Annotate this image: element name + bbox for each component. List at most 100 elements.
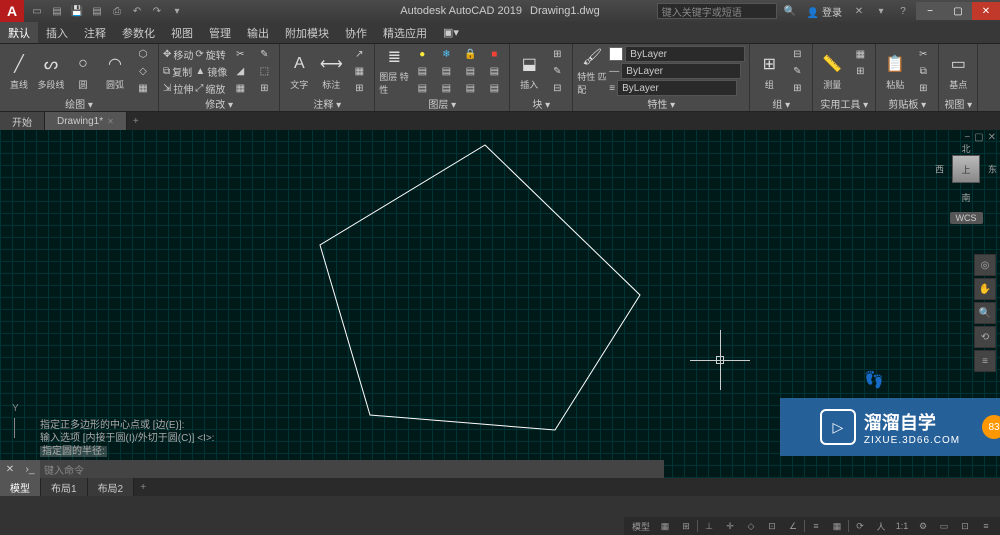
status-clean-icon[interactable]: ⊡ bbox=[955, 518, 975, 534]
layer-tool-7[interactable]: ▤ bbox=[459, 80, 481, 96]
status-custom-icon[interactable]: ≡ bbox=[976, 518, 996, 534]
help-icon[interactable]: ? bbox=[894, 2, 912, 20]
block-tool-3[interactable]: ⊟ bbox=[546, 80, 568, 96]
group-button[interactable]: ⊞组 bbox=[754, 46, 784, 96]
panel-modify-title[interactable]: 修改 ▾ bbox=[163, 96, 275, 110]
status-lwt-icon[interactable]: ≡ bbox=[806, 518, 826, 534]
ribbon-tab-annotate[interactable]: 注释 bbox=[76, 22, 114, 43]
array-icon[interactable]: ▦ bbox=[229, 80, 251, 96]
util-tool-1[interactable]: ▦ bbox=[849, 46, 871, 62]
status-grid-icon[interactable]: ▦ bbox=[655, 518, 675, 534]
layer-tool-8[interactable]: ▤ bbox=[483, 80, 505, 96]
nav-orbit-icon[interactable]: ⟲ bbox=[974, 326, 996, 348]
status-iso-icon[interactable]: ◇ bbox=[741, 518, 761, 534]
layer-tool-4[interactable]: ▤ bbox=[483, 63, 505, 79]
copy-clip-icon[interactable]: ⧉ bbox=[912, 63, 934, 79]
modify-tool-a[interactable]: ✎ bbox=[253, 46, 275, 62]
viewcube-west[interactable]: 西 bbox=[935, 163, 944, 176]
status-annot-icon[interactable]: 人 bbox=[871, 518, 891, 534]
match-properties-button[interactable]: 🖌特性 匹配 bbox=[577, 46, 607, 96]
ribbon-tab-expand-icon[interactable]: ▣▾ bbox=[435, 22, 467, 43]
qat-undo-icon[interactable]: ↶ bbox=[128, 2, 146, 20]
modify-tool-c[interactable]: ⊞ bbox=[253, 80, 275, 96]
layer-tool-1[interactable]: ▤ bbox=[411, 63, 433, 79]
app-logo[interactable]: A bbox=[0, 0, 24, 22]
doc-tab-start[interactable]: 开始 bbox=[0, 112, 45, 130]
polyline-button[interactable]: ᔕ多段线 bbox=[36, 46, 66, 96]
clip-tool[interactable]: ⊞ bbox=[912, 80, 934, 96]
status-scale-icon[interactable]: 1:1 bbox=[892, 518, 912, 534]
doc-tab-drawing[interactable]: Drawing1*✕ bbox=[45, 112, 127, 130]
add-layout-button[interactable]: + bbox=[134, 478, 152, 496]
viewcube[interactable]: 北 南 东 西 上 bbox=[941, 144, 991, 194]
panel-props-title[interactable]: 特性 ▾ bbox=[577, 96, 745, 110]
draw-tool-1[interactable]: ⬡ bbox=[132, 46, 154, 62]
lineweight-dropdown[interactable]: ByLayer bbox=[617, 80, 737, 96]
ribbon-tab-collab[interactable]: 协作 bbox=[337, 22, 375, 43]
layer-on-icon[interactable]: ● bbox=[411, 46, 433, 62]
layer-lock-icon[interactable]: 🔒 bbox=[459, 46, 481, 62]
line-button[interactable]: ╱直线 bbox=[4, 46, 34, 96]
draw-tool-3[interactable]: ▦ bbox=[132, 80, 154, 96]
qat-saveas-icon[interactable]: ▤ bbox=[88, 2, 106, 20]
block-tool-2[interactable]: ✎ bbox=[546, 63, 568, 79]
insert-block-button[interactable]: ⬓插入 bbox=[514, 46, 544, 96]
copy-button[interactable]: ⧉ 复制 bbox=[163, 63, 193, 79]
panel-draw-title[interactable]: 绘图 ▾ bbox=[4, 96, 154, 110]
viewcube-north[interactable]: 北 bbox=[961, 142, 970, 155]
basepoint-button[interactable]: ▭基点 bbox=[943, 46, 973, 96]
panel-layers-title[interactable]: 图层 ▾ bbox=[379, 96, 505, 110]
minimize-button[interactable]: − bbox=[916, 2, 944, 20]
wcs-badge[interactable]: WCS bbox=[950, 212, 983, 224]
maximize-button[interactable]: ▢ bbox=[944, 2, 972, 20]
qat-save-icon[interactable]: 💾 bbox=[68, 2, 86, 20]
search-icon[interactable]: 🔍 bbox=[781, 2, 799, 20]
panel-blocks-title[interactable]: 块 ▾ bbox=[514, 96, 568, 110]
table-icon[interactable]: ▦ bbox=[348, 63, 370, 79]
layer-tool-3[interactable]: ▤ bbox=[459, 63, 481, 79]
text-button[interactable]: A文字 bbox=[284, 46, 314, 96]
help-search-input[interactable]: 键入关键字或短语 bbox=[657, 3, 777, 19]
layer-tool-5[interactable]: ▤ bbox=[411, 80, 433, 96]
signin-button[interactable]: 👤 登录 bbox=[803, 4, 846, 19]
mirror-button[interactable]: ▲ 镜像 bbox=[195, 63, 227, 79]
qat-dropdown-icon[interactable]: ▾ bbox=[168, 2, 186, 20]
viewcube-south[interactable]: 南 bbox=[961, 191, 970, 204]
layer-tool-6[interactable]: ▤ bbox=[435, 80, 457, 96]
status-trans-icon[interactable]: ▦ bbox=[827, 518, 847, 534]
layout-tab-1[interactable]: 布局1 bbox=[41, 478, 88, 496]
panel-groups-title[interactable]: 组 ▾ bbox=[754, 96, 808, 110]
status-ws-icon[interactable]: ⚙ bbox=[913, 518, 933, 534]
layer-freeze-icon[interactable]: ❄ bbox=[435, 46, 457, 62]
ribbon-tab-default[interactable]: 默认 bbox=[0, 22, 38, 43]
panel-utils-title[interactable]: 实用工具 ▾ bbox=[817, 96, 871, 110]
nav-zoom-icon[interactable]: 🔍 bbox=[974, 302, 996, 324]
group-tool[interactable]: ⊞ bbox=[786, 80, 808, 96]
ribbon-tab-parametric[interactable]: 参数化 bbox=[114, 22, 163, 43]
cmd-toggle-icon[interactable]: ✕ bbox=[0, 460, 20, 478]
stretch-button[interactable]: ⇲ 拉伸 bbox=[163, 80, 193, 96]
status-snap-icon[interactable]: ⊞ bbox=[676, 518, 696, 534]
annot-tool[interactable]: ⊞ bbox=[348, 80, 370, 96]
nav-pan-icon[interactable]: ✋ bbox=[974, 278, 996, 300]
exchange-icon[interactable]: ✕ bbox=[850, 2, 868, 20]
status-osnap-icon[interactable]: ⊡ bbox=[762, 518, 782, 534]
paste-button[interactable]: 📋粘贴 bbox=[880, 46, 910, 96]
close-button[interactable]: ✕ bbox=[972, 2, 1000, 20]
group-edit-icon[interactable]: ✎ bbox=[786, 63, 808, 79]
nav-wheel-icon[interactable]: ◎ bbox=[974, 254, 996, 276]
pentagon-shape[interactable] bbox=[310, 140, 660, 445]
status-polar-icon[interactable]: ✛ bbox=[720, 518, 740, 534]
add-tab-button[interactable]: + bbox=[127, 112, 145, 130]
modify-tool-b[interactable]: ⬚ bbox=[253, 63, 275, 79]
util-tool-2[interactable]: ⊞ bbox=[849, 63, 871, 79]
ungroup-icon[interactable]: ⊟ bbox=[786, 46, 808, 62]
color-dropdown[interactable]: ByLayer bbox=[625, 46, 745, 62]
status-otrack-icon[interactable]: ∠ bbox=[783, 518, 803, 534]
layer-color-icon[interactable]: ■ bbox=[483, 46, 505, 62]
status-ortho-icon[interactable]: ⊥ bbox=[699, 518, 719, 534]
layer-tool-2[interactable]: ▤ bbox=[435, 63, 457, 79]
ribbon-tab-output[interactable]: 输出 bbox=[239, 22, 277, 43]
close-tab-icon[interactable]: ✕ bbox=[107, 117, 114, 126]
trim-icon[interactable]: ✂ bbox=[229, 46, 251, 62]
